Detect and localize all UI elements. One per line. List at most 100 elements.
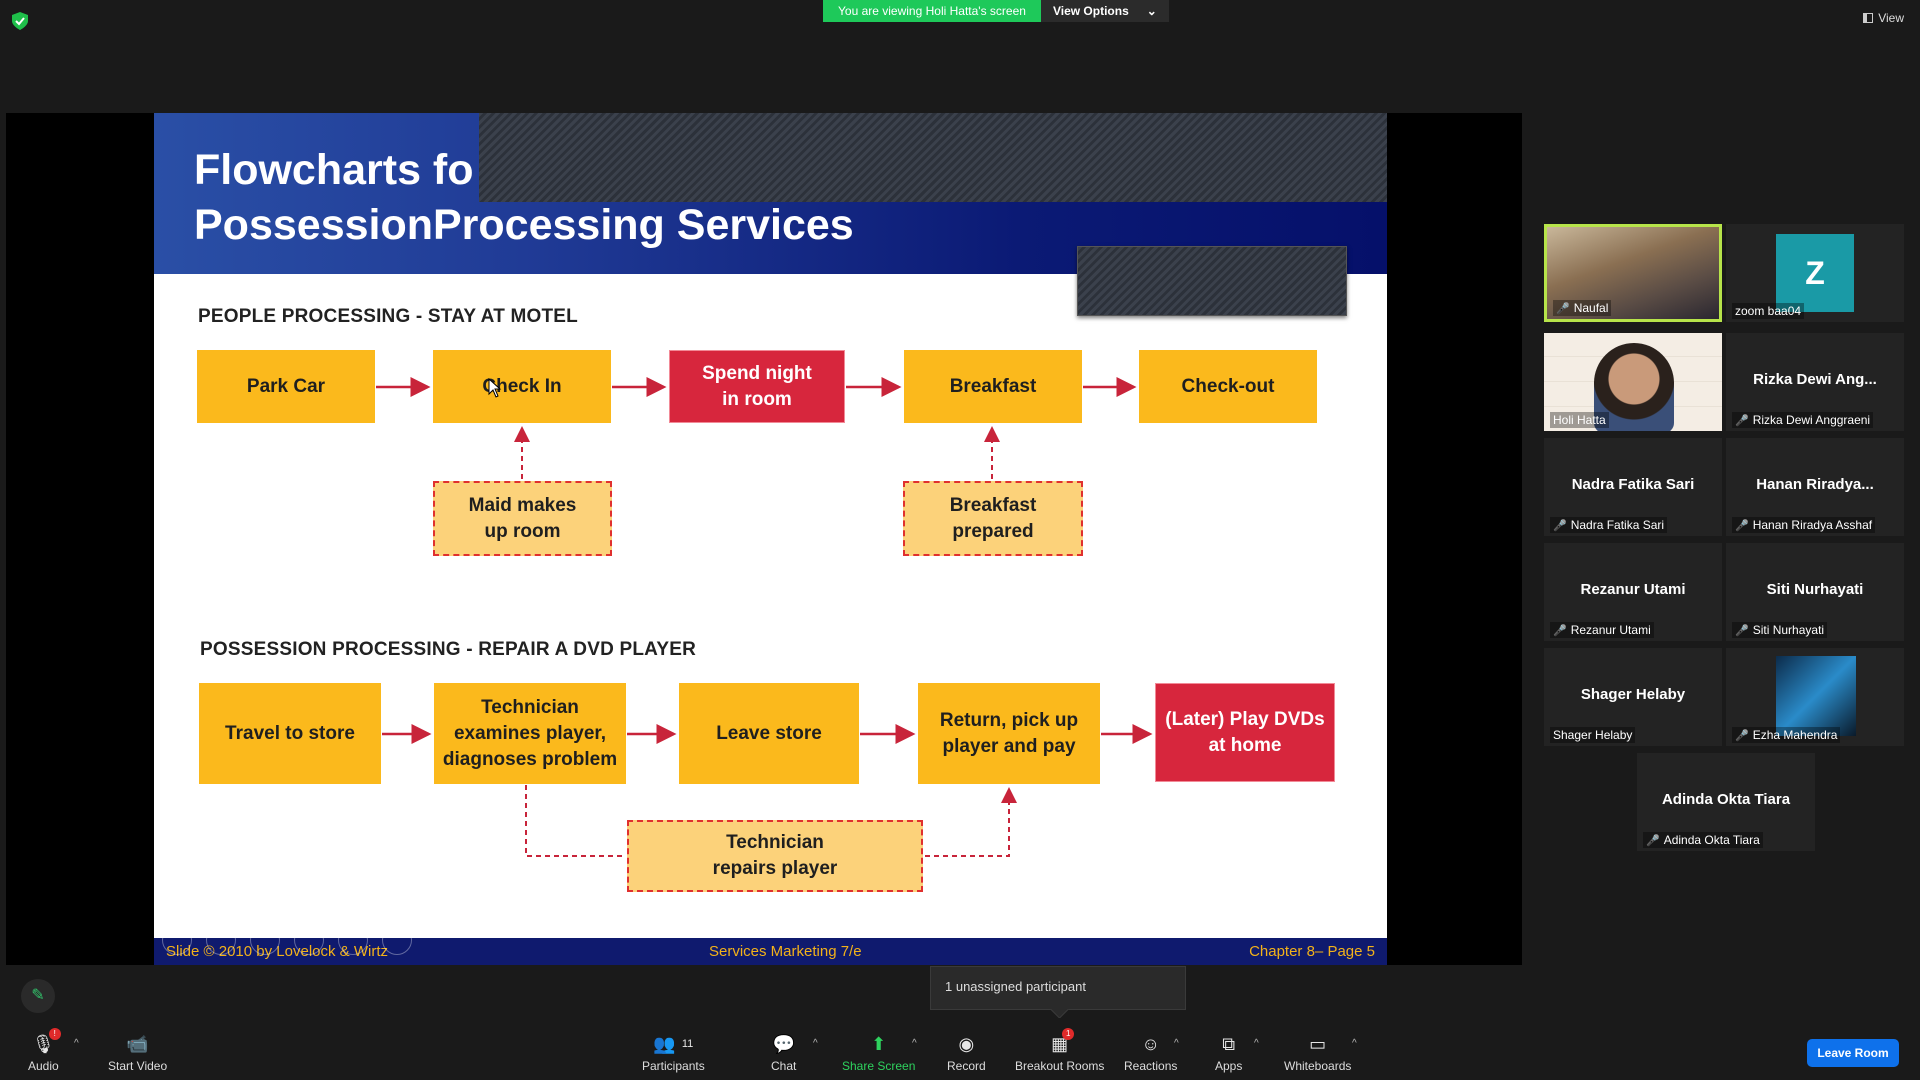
screen-share-banner: You are viewing Holi Hatta's screen View…: [823, 0, 1169, 22]
prev-slide-icon[interactable]: [162, 925, 192, 955]
whiteboards-button[interactable]: ▭ Whiteboards: [1284, 1032, 1352, 1074]
participant-name: Adinda Okta Tiara: [1661, 791, 1791, 808]
video-off-icon: 📹: [126, 1033, 149, 1054]
muted-mic-icon: 🎤: [1735, 414, 1749, 427]
muted-mic-icon: 🎤: [1553, 519, 1567, 532]
participant-tile[interactable]: Siti Nurhayati 🎤 Siti Nurhayati: [1726, 543, 1904, 641]
breakout-rooms-icon: ▦ 1: [1051, 1028, 1075, 1056]
unassigned-participant-tooltip: 1 unassigned participant: [930, 966, 1186, 1010]
participant-label: 🎤 Ezha Mahendra: [1732, 727, 1841, 743]
apps-button[interactable]: ⧉ Apps: [1215, 1032, 1243, 1074]
pen-icon[interactable]: [250, 925, 280, 955]
alert-badge: !: [48, 1028, 61, 1040]
participants-icon: 👥 11: [653, 1033, 694, 1054]
chat-button[interactable]: 💬 Chat: [771, 1032, 797, 1074]
reactions-button[interactable]: ☺ Reactions: [1124, 1032, 1178, 1074]
participant-tile[interactable]: Adinda Okta Tiara 🎤 Adinda Okta Tiara: [1637, 753, 1815, 851]
participant-label: 🎤 Naufal: [1553, 300, 1612, 316]
share-screen-icon: ⬆: [871, 1033, 887, 1054]
zoom-meeting-window: You are viewing Holi Hatta's screen View…: [0, 0, 1920, 1080]
participant-label: Shager Helaby: [1550, 727, 1636, 743]
chat-options-caret-icon[interactable]: ^: [813, 1038, 818, 1049]
view-options-button[interactable]: View Options ⌄: [1040, 0, 1169, 22]
breakout-rooms-button[interactable]: ▦ 1 Breakout Rooms: [1015, 1028, 1105, 1073]
participant-tile[interactable]: Hanan Riradya... 🎤 Hanan Riradya Asshaf: [1726, 438, 1904, 536]
more-icon[interactable]: [382, 925, 412, 955]
participant-label: 🎤 Siti Nurhayati: [1732, 622, 1828, 638]
share-screen-button[interactable]: ⬆ Share Screen: [842, 1032, 916, 1074]
shared-screen[interactable]: Flowcharts fo PossessionProcessing Servi…: [6, 113, 1522, 965]
start-video-button[interactable]: 📹 Start Video: [108, 1032, 168, 1074]
meeting-toolbar: 🎙! Audio ^ 📹 Start Video 👥 11 Participant…: [0, 1018, 1920, 1080]
apps-icon: ⧉: [1222, 1033, 1236, 1054]
slide-page: Chapter 8– Page 5: [1249, 943, 1375, 960]
gallery-view-icon: [1863, 13, 1874, 23]
record-icon: ◉: [958, 1033, 975, 1054]
letterbox: [1387, 202, 1522, 965]
reactions-label: Reactions: [1124, 1059, 1178, 1073]
muted-mic-icon: 🎤: [1553, 624, 1567, 637]
view-label: View: [1878, 11, 1904, 25]
slide-course: Services Marketing 7/e: [709, 943, 862, 960]
participant-label: zoom baa04: [1732, 303, 1805, 319]
start-video-label: Start Video: [108, 1059, 168, 1073]
apps-label: Apps: [1215, 1059, 1243, 1073]
participant-label: 🎤 Rezanur Utami: [1550, 622, 1654, 638]
annotate-pencil-icon[interactable]: ✎: [21, 979, 55, 1013]
participant-tile[interactable]: 🎤 Ezha Mahendra: [1726, 648, 1904, 746]
participant-tile[interactable]: Holi Hatta: [1544, 333, 1722, 431]
zoom-icon[interactable]: [338, 925, 368, 955]
whiteboard-icon: ▭: [1309, 1033, 1327, 1054]
mouse-cursor-icon: [488, 378, 502, 398]
participant-tile[interactable]: Rezanur Utami 🎤 Rezanur Utami: [1544, 543, 1722, 641]
view-button[interactable]: View: [1863, 11, 1904, 25]
muted-mic-icon: 🎤: [1735, 729, 1749, 742]
whiteboards-label: Whiteboards: [1284, 1059, 1352, 1073]
whiteboards-caret-icon[interactable]: ^: [1352, 1038, 1357, 1049]
participant-tile[interactable]: Shager Helaby Shager Helaby: [1544, 648, 1722, 746]
slideshow-controls: [162, 925, 412, 955]
breakout-rooms-label: Breakout Rooms: [1015, 1059, 1105, 1073]
record-button[interactable]: ◉ Record: [947, 1032, 986, 1074]
participant-name: Hanan Riradya...: [1756, 476, 1874, 493]
presentation-slide: Flowcharts fo PossessionProcessing Servi…: [154, 113, 1387, 965]
participants-label: Participants: [642, 1059, 705, 1073]
leave-room-button[interactable]: Leave Room: [1807, 1039, 1899, 1067]
participant-label: 🎤 Adinda Okta Tiara: [1643, 832, 1763, 848]
record-label: Record: [947, 1059, 986, 1073]
chat-label: Chat: [771, 1059, 797, 1073]
participant-name: Siti Nurhayati: [1766, 581, 1864, 598]
reactions-icon: ☺: [1141, 1033, 1160, 1054]
participant-tile[interactable]: 🎤 Naufal: [1544, 224, 1722, 322]
flow-arrows: [376, 377, 1153, 857]
participant-name: Nadra Fatika Sari: [1571, 476, 1695, 493]
participant-tile[interactable]: Z zoom baa04: [1726, 224, 1904, 322]
audio-label: Audio: [28, 1059, 59, 1073]
shield-icon[interactable]: [12, 12, 28, 30]
muted-mic-icon: 🎤: [1646, 834, 1660, 847]
reactions-caret-icon[interactable]: ^: [1174, 1038, 1179, 1049]
participant-name: Rizka Dewi Ang...: [1753, 371, 1877, 388]
participant-label: 🎤 Hanan Riradya Asshaf: [1732, 517, 1876, 533]
participant-name: Rezanur Utami: [1580, 581, 1686, 598]
participant-tile[interactable]: Nadra Fatika Sari 🎤 Nadra Fatika Sari: [1544, 438, 1722, 536]
slides-icon[interactable]: [294, 925, 324, 955]
share-options-caret-icon[interactable]: ^: [912, 1038, 917, 1049]
participant-tile[interactable]: Rizka Dewi Ang... 🎤 Rizka Dewi Anggraeni: [1726, 333, 1904, 431]
microphone-icon: 🎙!: [32, 1028, 61, 1056]
participant-label: 🎤 Rizka Dewi Anggraeni: [1732, 412, 1874, 428]
participants-count: 11: [681, 1038, 694, 1050]
share-screen-label: Share Screen: [842, 1059, 916, 1073]
muted-mic-icon: 🎤: [1735, 519, 1749, 532]
audio-options-caret-icon[interactable]: ^: [74, 1038, 79, 1049]
audio-button[interactable]: 🎙! Audio: [28, 1028, 61, 1073]
participant-label: Holi Hatta: [1550, 412, 1609, 428]
muted-mic-icon: 🎤: [1556, 302, 1570, 315]
apps-caret-icon[interactable]: ^: [1254, 1038, 1259, 1049]
participants-button[interactable]: 👥 11 Participants: [642, 1032, 705, 1074]
chevron-down-icon: ⌄: [1146, 4, 1157, 18]
breakout-badge: 1: [1062, 1028, 1075, 1040]
chat-icon: 💬: [772, 1033, 795, 1054]
next-slide-icon[interactable]: [206, 925, 236, 955]
avatar: Z: [1776, 234, 1854, 312]
